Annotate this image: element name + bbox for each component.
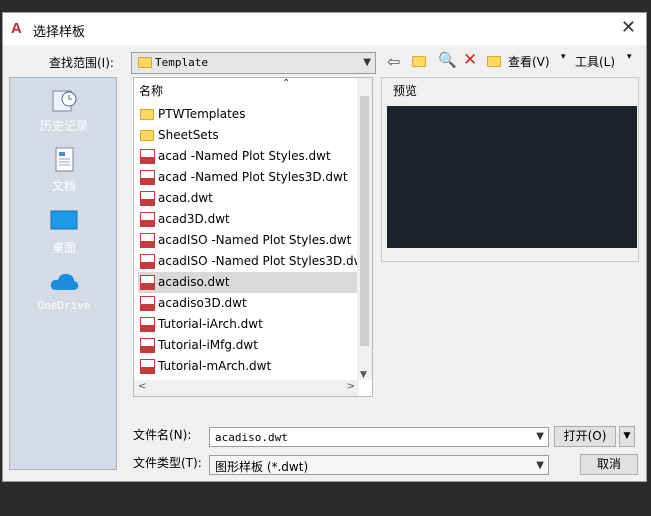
list-item[interactable]: SheetSets (138, 125, 358, 146)
delete-icon[interactable]: ✕ (463, 50, 477, 70)
dwt-file-icon (140, 191, 155, 206)
lookin-combobox[interactable]: Template ▼ (131, 52, 376, 74)
list-item[interactable]: PTWTemplates (138, 104, 358, 125)
preview-label: 预览 (393, 84, 418, 98)
desktop-icon (50, 210, 78, 230)
place-onedrive[interactable]: OneDrive (10, 268, 118, 312)
list-item[interactable]: acad -Named Plot Styles.dwt (138, 146, 358, 167)
chevron-down-icon: ▼ (536, 431, 544, 442)
list-item-selected[interactable]: acadiso.dwt (138, 272, 358, 293)
lookin-value: Template (155, 56, 208, 69)
preview-image (387, 106, 637, 248)
view-menu[interactable]: 查看(V) (508, 53, 550, 70)
list-item[interactable]: Tutorial-iArch.dwt (138, 314, 358, 335)
dwt-file-icon (140, 317, 155, 332)
dialog-title: 选择样板 (33, 25, 86, 40)
list-item[interactable]: Tutorial-mArch.dwt (138, 356, 358, 377)
list-item[interactable]: acadiso3D.dwt (138, 293, 358, 314)
place-label: 文档 (51, 179, 76, 193)
chevron-down-icon: ▼ (363, 57, 371, 68)
sort-ascending-icon: ⌃ (282, 78, 291, 89)
place-history[interactable]: 历史记录 (10, 86, 118, 134)
horizontal-scrollbar[interactable]: < > (134, 380, 359, 396)
list-item[interactable]: Tutorial-iMfg.dwt (138, 335, 358, 356)
dwt-file-icon (140, 338, 155, 353)
dwt-file-icon (140, 170, 155, 185)
list-item[interactable]: acad.dwt (138, 188, 358, 209)
title-bar: A 选择样板 ✕ (3, 13, 646, 45)
open-button[interactable]: 打开(O) (554, 426, 616, 447)
place-documents[interactable]: 文档 (10, 146, 118, 194)
documents-icon (55, 147, 74, 172)
filename-label: 文件名(N): (133, 428, 192, 442)
dwt-file-icon (140, 254, 155, 269)
back-arrow-icon[interactable]: ⇦ (387, 52, 400, 71)
close-icon[interactable]: ✕ (621, 17, 636, 38)
place-desktop[interactable]: 桌面 (10, 208, 118, 256)
lookin-label: 查找范围(I): (49, 56, 114, 70)
search-web-icon[interactable]: 🔍 (438, 51, 457, 69)
chevron-down-icon: ▼ (536, 460, 544, 471)
dwt-file-icon (140, 149, 155, 164)
scroll-down-icon[interactable]: ▼ (360, 370, 367, 380)
filename-input[interactable]: acadiso.dwt ▼ (209, 427, 549, 447)
dwt-file-icon (140, 359, 155, 374)
list-item[interactable]: acad -Named Plot Styles3D.dwt (138, 167, 358, 188)
scroll-right-icon[interactable]: > (347, 381, 355, 392)
select-template-dialog: A 选择样板 ✕ 查找范围(I): Template ▼ ⇦ 🔍 ✕ 查看(V)… (2, 12, 647, 482)
folder-icon (140, 109, 154, 120)
scrollbar-thumb[interactable] (360, 96, 369, 346)
onedrive-icon (50, 273, 79, 290)
list-item[interactable]: acadISO -Named Plot Styles.dwt (138, 230, 358, 251)
folder-icon (140, 130, 154, 141)
cancel-button[interactable]: 取消 (580, 454, 638, 475)
view-dropdown-icon[interactable]: ▾ (561, 52, 566, 62)
dwt-file-icon (140, 233, 155, 248)
list-item[interactable]: acad3D.dwt (138, 209, 358, 230)
up-folder-icon[interactable] (412, 53, 426, 69)
open-dropdown-icon[interactable]: ▼ (619, 426, 635, 447)
dwt-file-icon (140, 275, 155, 290)
filetype-label: 文件类型(T): (133, 456, 202, 470)
tools-menu[interactable]: 工具(L) (575, 53, 615, 70)
folder-icon (138, 57, 152, 68)
vertical-scrollbar[interactable]: ▼ (357, 78, 372, 380)
column-header-name[interactable]: 名称 (139, 82, 163, 99)
list-item[interactable]: acadISO -Named Plot Styles3D.dw (138, 251, 363, 272)
dwt-file-icon (140, 212, 155, 227)
place-label: 桌面 (51, 241, 76, 255)
filetype-combobox[interactable]: 图形样板 (*.dwt) ▼ (209, 455, 549, 475)
history-icon (52, 90, 77, 112)
place-label: 历史记录 (39, 119, 88, 133)
autocad-app-icon: A (11, 20, 22, 37)
dwt-file-icon (140, 296, 155, 311)
tools-dropdown-icon[interactable]: ▾ (627, 52, 632, 62)
place-label: OneDrive (37, 299, 91, 312)
places-bar: 历史记录 文档 桌面 OneDrive (9, 77, 117, 470)
new-folder-icon[interactable] (487, 53, 501, 69)
scroll-left-icon[interactable]: < (138, 381, 146, 392)
file-list[interactable]: 名称 ⌃ PTWTemplates SheetSets acad -Named … (133, 77, 373, 397)
